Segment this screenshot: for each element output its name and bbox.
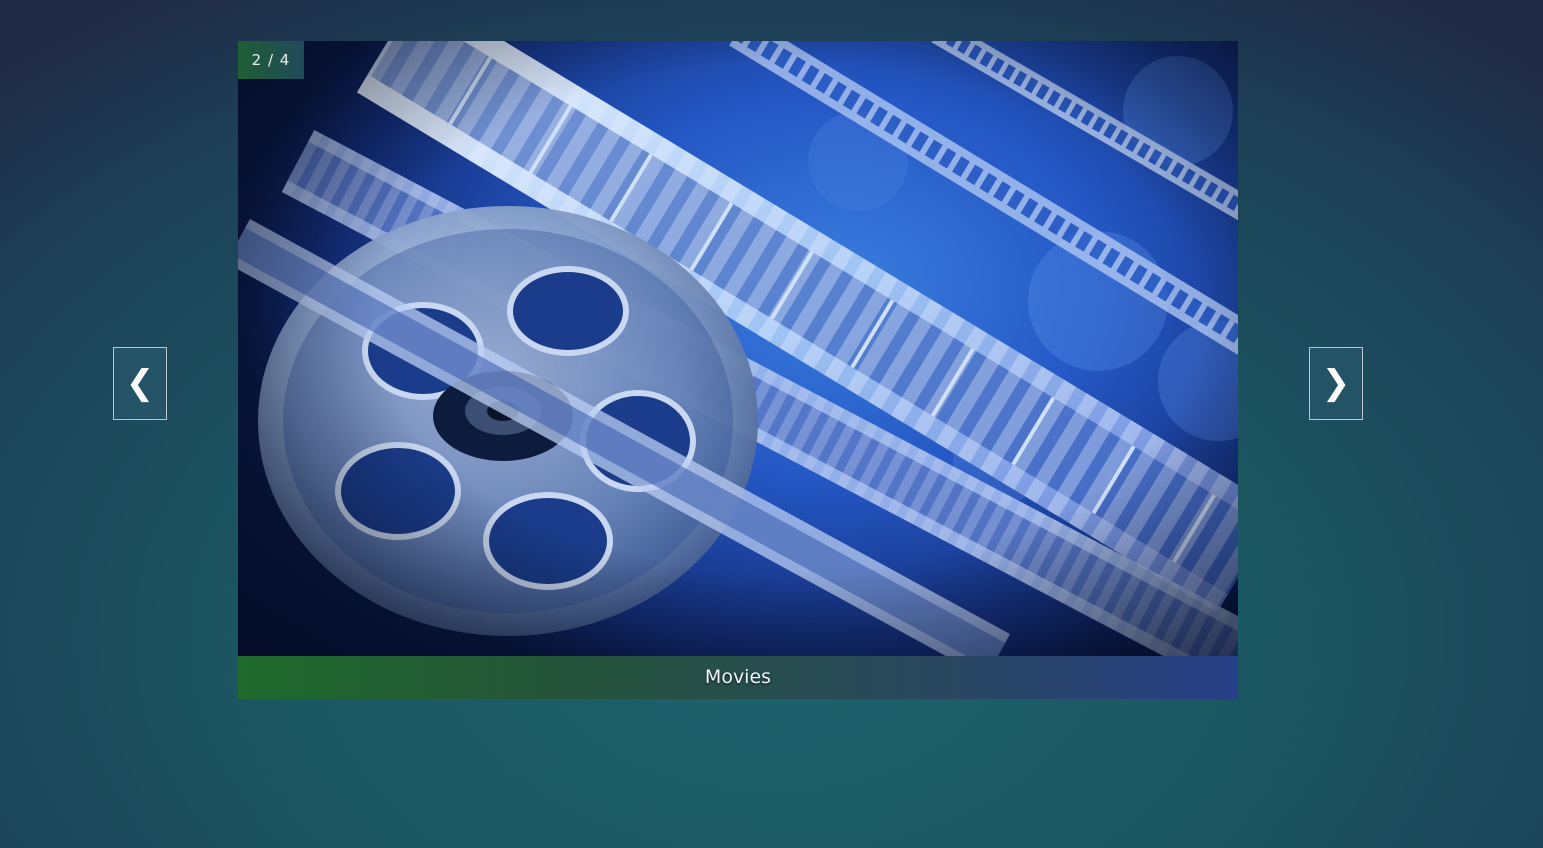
previous-slide-button[interactable]: ❮ (113, 347, 167, 420)
slide-image-film-reel (238, 41, 1238, 656)
chevron-right-icon: ❯ (1321, 363, 1351, 403)
next-slide-button[interactable]: ❯ (1309, 347, 1363, 420)
film-reel-illustration (238, 41, 1238, 656)
slide-caption: Movies (704, 666, 772, 688)
chevron-left-icon: ❮ (125, 363, 155, 403)
caption-bar: Movies (238, 656, 1238, 699)
slideshow: 2 / 4 Movies (238, 41, 1238, 699)
slide-counter: 2 / 4 (238, 41, 304, 79)
